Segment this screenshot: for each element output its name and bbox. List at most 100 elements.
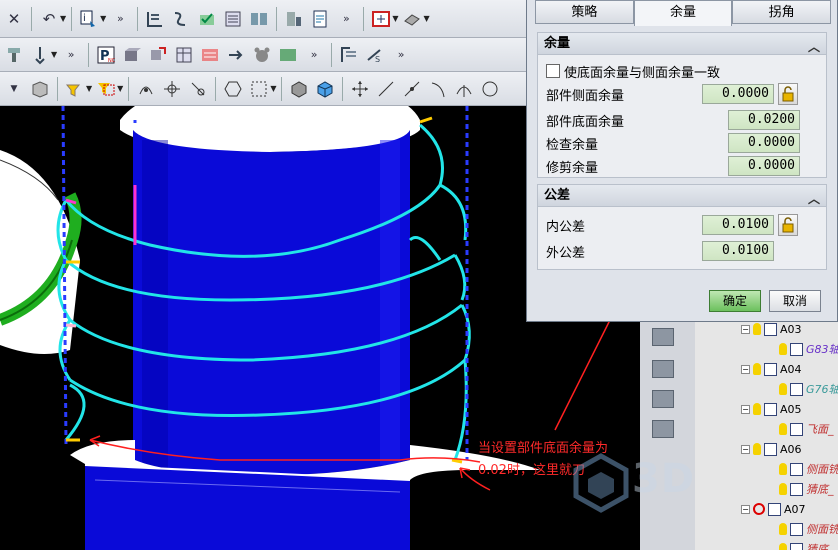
info-icon[interactable]: i — [77, 7, 101, 31]
filter-icon[interactable] — [63, 77, 87, 101]
cancel-button[interactable]: 取消 — [769, 290, 821, 312]
intol-input[interactable]: 0.0100 — [702, 215, 774, 235]
tree-operation-row[interactable]: 侧面铣 — [779, 460, 838, 478]
chevron-down-icon[interactable]: ▼ — [86, 84, 92, 93]
navigator-tab-icon[interactable] — [652, 360, 674, 378]
machine-icon[interactable] — [282, 7, 306, 31]
expand-toggle-icon[interactable]: − — [741, 444, 750, 454]
crosshair-icon[interactable] — [160, 77, 184, 101]
snap-point-icon[interactable] — [186, 77, 210, 101]
chevron-down-icon[interactable]: ▼ — [51, 50, 57, 59]
navigator-tab-icon[interactable] — [652, 328, 674, 346]
outtol-input[interactable]: 0.0100 — [702, 241, 774, 261]
shaded-view-icon[interactable] — [400, 7, 424, 31]
undo-icon[interactable]: ↶ — [37, 7, 61, 31]
more-icon[interactable]: » — [302, 43, 326, 67]
expand-toggle-icon[interactable]: − — [741, 504, 750, 514]
tree-operation-row[interactable]: G76轴 — [779, 380, 838, 398]
tree-group-row[interactable]: − A06 — [741, 440, 802, 458]
allowance-group-header[interactable]: 余量 ︿ — [538, 33, 826, 55]
transform-icon[interactable] — [224, 43, 248, 67]
hexagon-icon[interactable] — [221, 77, 245, 101]
measure-icon[interactable]: S — [363, 43, 387, 67]
tree-operation-row[interactable]: 飞面_ — [779, 420, 834, 438]
tree-operation-row[interactable]: G83轴 — [779, 340, 838, 358]
solid-view-icon[interactable] — [287, 77, 311, 101]
lock-icon[interactable] — [778, 214, 798, 236]
menu-dropdown-icon[interactable]: ▼ — [2, 77, 26, 101]
chevron-down-icon[interactable]: ▼ — [392, 14, 398, 23]
tab-strategy[interactable]: 策略 — [535, 0, 634, 24]
trim-input[interactable]: 0.0000 — [728, 156, 800, 176]
part-side-input[interactable]: 0.0000 — [702, 84, 774, 104]
drill-icon[interactable] — [28, 43, 52, 67]
close-icon[interactable]: ✕ — [2, 7, 26, 31]
chevron-down-icon[interactable]: ▼ — [117, 84, 123, 93]
copy-op-icon[interactable] — [146, 43, 170, 67]
move-icon[interactable] — [348, 77, 372, 101]
ok-button[interactable]: 确定 — [709, 290, 761, 312]
expand-toggle-icon[interactable]: − — [741, 324, 750, 334]
circle-icon[interactable] — [478, 77, 502, 101]
model-icon[interactable] — [28, 77, 52, 101]
more-icon[interactable]: » — [389, 43, 413, 67]
chevron-down-icon[interactable]: ▼ — [60, 14, 66, 23]
more-icon[interactable]: » — [59, 43, 83, 67]
separator — [331, 42, 333, 67]
tree-group-row[interactable]: − A04 — [741, 360, 802, 378]
tolerance-group: 公差 ︿ 内公差 0.0100 外公差 0.0100 — [537, 184, 827, 270]
cube-view-icon[interactable] — [313, 77, 337, 101]
same-allowance-checkbox[interactable] — [546, 64, 560, 78]
document-icon[interactable] — [308, 7, 332, 31]
collapse-icon[interactable]: ︿ — [808, 36, 820, 58]
postprocess-icon[interactable]: P NC — [94, 43, 118, 67]
arc-center-icon[interactable] — [452, 77, 476, 101]
arc-icon[interactable] — [426, 77, 450, 101]
verify-icon[interactable] — [195, 7, 219, 31]
tree-operation-row[interactable]: 猜底_ — [779, 480, 834, 498]
check-input[interactable]: 0.0000 — [728, 133, 800, 153]
geometry-icon[interactable] — [120, 43, 144, 67]
feature-icon[interactable] — [337, 43, 361, 67]
chevron-down-icon[interactable]: ▼ — [423, 14, 429, 23]
tree-item-label: G83轴 — [806, 343, 838, 356]
more-icon[interactable]: » — [334, 7, 358, 31]
line-icon[interactable] — [374, 77, 398, 101]
more-icon[interactable]: » — [108, 7, 132, 31]
list-icon[interactable] — [221, 7, 245, 31]
collapse-icon[interactable]: ︿ — [808, 188, 820, 210]
line2-icon[interactable] — [400, 77, 424, 101]
bear-icon[interactable] — [250, 43, 274, 67]
chevron-down-icon[interactable]: ▼ — [100, 14, 106, 23]
expand-toggle-icon[interactable]: − — [741, 364, 750, 374]
tree-item-label: A06 — [780, 442, 802, 456]
part-floor-input[interactable]: 0.0200 — [728, 110, 800, 130]
tree-group-row[interactable]: − A07 — [741, 500, 806, 518]
expand-toggle-icon[interactable]: − — [741, 404, 750, 414]
fit-view-icon[interactable] — [369, 7, 393, 31]
resource-bar — [640, 300, 695, 550]
image-icon[interactable] — [276, 43, 300, 67]
toolpath-icon[interactable] — [143, 7, 167, 31]
select-filter-icon[interactable] — [94, 77, 118, 101]
chevron-down-icon[interactable]: ▼ — [270, 84, 276, 93]
operation-icon — [790, 462, 803, 476]
tree-operation-row[interactable]: 侧面铣 — [779, 520, 838, 538]
select-box-icon[interactable] — [247, 77, 271, 101]
tree-group-row[interactable]: − A03 — [741, 320, 802, 338]
mill-tool-icon[interactable] — [2, 43, 26, 67]
table-icon[interactable] — [172, 43, 196, 67]
tree-operation-row[interactable]: 猜底_ — [779, 540, 834, 550]
book-icon[interactable] — [247, 7, 271, 31]
tab-allowance[interactable]: 余量 — [633, 0, 733, 26]
path-s-icon[interactable] — [169, 7, 193, 31]
tool-list-icon[interactable] — [198, 43, 222, 67]
toolbar-row-2: ▼ » P NC » S » — [0, 38, 530, 72]
tab-corner[interactable]: 拐角 — [732, 0, 832, 24]
snap-arc-icon[interactable] — [134, 77, 158, 101]
tree-group-row[interactable]: − A05 — [741, 400, 802, 418]
navigator-tab-icon[interactable] — [652, 390, 674, 408]
navigator-tab-icon[interactable] — [652, 420, 674, 438]
lock-icon[interactable] — [778, 83, 798, 105]
tolerance-group-header[interactable]: 公差 ︿ — [538, 185, 826, 207]
